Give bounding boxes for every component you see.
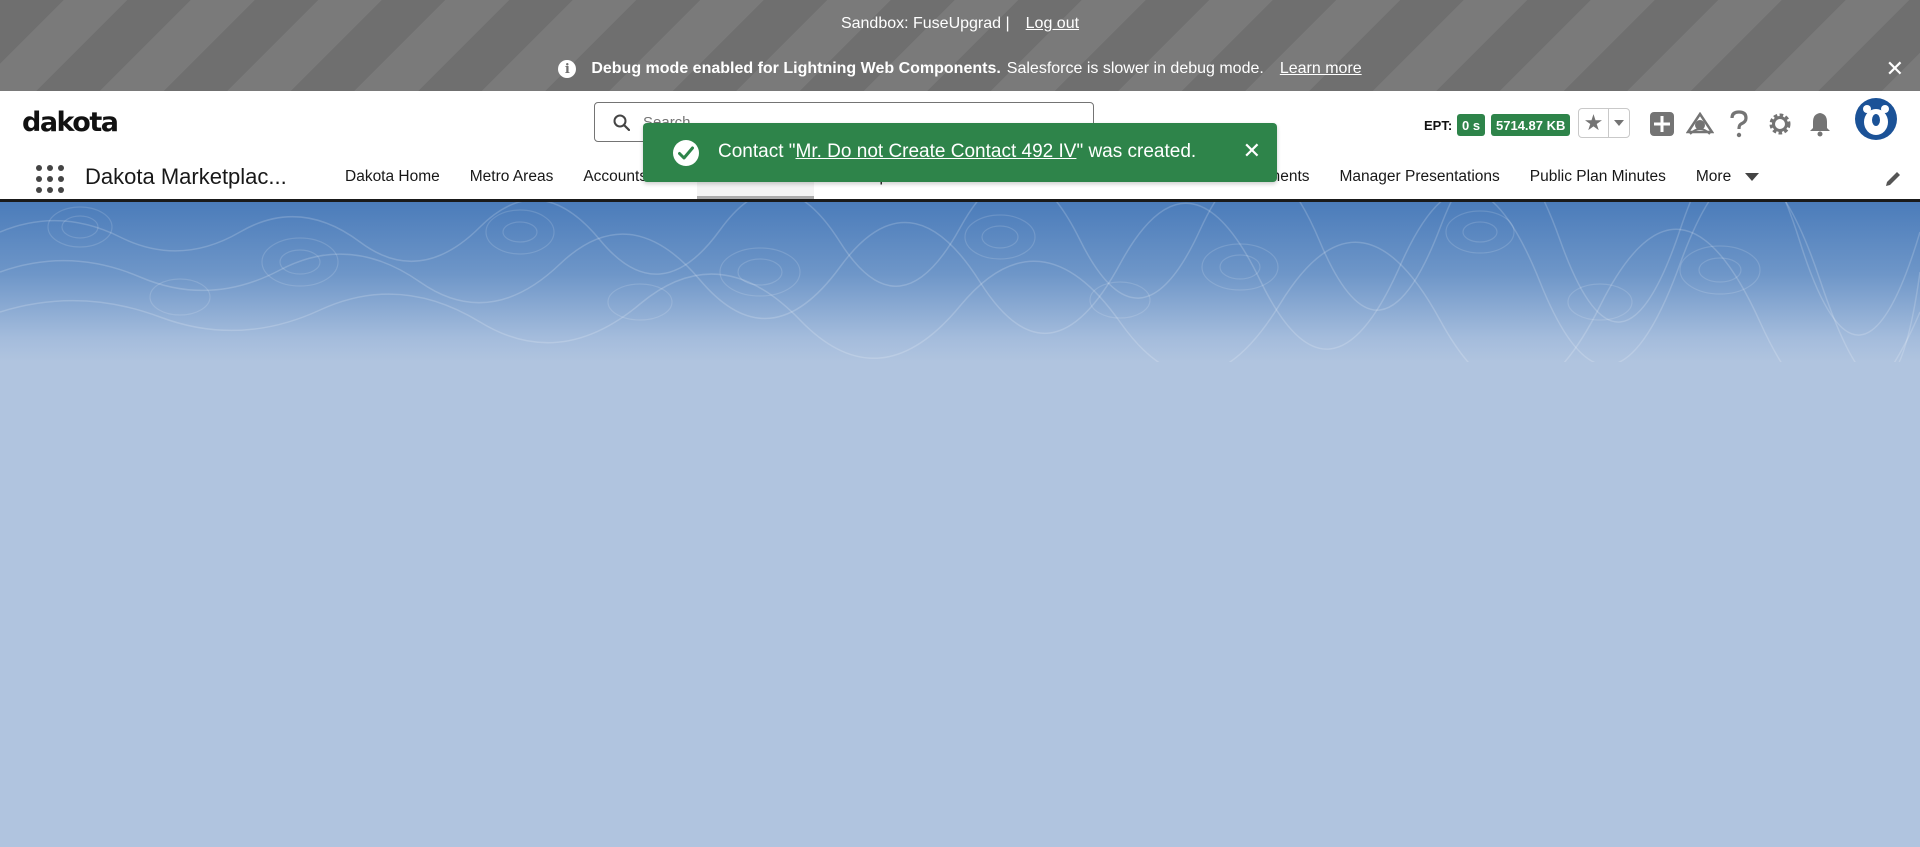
ept-size-badge: 5714.87 KB (1491, 114, 1571, 136)
bell-icon[interactable] (1805, 109, 1835, 139)
debug-notice-text: Salesforce is slower in debug mode. (1006, 60, 1264, 77)
ept-time-badge: 0 s (1457, 114, 1486, 136)
ept-label: EPT: (1424, 118, 1453, 133)
avatar[interactable] (1855, 98, 1897, 140)
favorites-group: ★ (1578, 108, 1630, 138)
success-icon (673, 140, 699, 166)
help-icon[interactable] (1724, 109, 1754, 139)
edit-nav-icon[interactable] (1884, 170, 1902, 193)
dakota-logo[interactable]: dakota (22, 107, 119, 138)
chevron-down-icon (1745, 173, 1760, 181)
tab-manager-presentations[interactable]: Manager Presentations (1340, 168, 1500, 186)
toast-prefix: Contact " (718, 141, 796, 162)
toast-contact-link[interactable]: Mr. Do not Create Contact 492 IV (796, 141, 1077, 162)
gear-icon[interactable] (1765, 109, 1795, 139)
add-icon[interactable] (1647, 109, 1677, 139)
star-icon[interactable]: ★ (1579, 109, 1609, 137)
page-background-banner (0, 202, 1920, 362)
tab-public-plan-minutes[interactable]: Public Plan Minutes (1530, 168, 1666, 186)
close-icon[interactable]: ✕ (1886, 58, 1904, 80)
tab-metro-areas[interactable]: Metro Areas (470, 168, 554, 186)
tab-dakota-home[interactable]: Dakota Home (345, 168, 440, 186)
toast-suffix: " was created. (1076, 141, 1197, 162)
info-icon: i (558, 60, 577, 78)
more-label: More (1695, 168, 1732, 185)
success-toast: Contact "Mr. Do not Create Contact 492 I… (643, 123, 1277, 182)
chevron-down-icon[interactable] (1609, 109, 1629, 137)
trailhead-icon[interactable] (1685, 109, 1715, 139)
sandbox-row: Sandbox: FuseUpgrad | Log out (0, 0, 1920, 47)
tab-accounts-label: Accounts (583, 168, 648, 185)
app-name: Dakota Marketplac... (85, 164, 287, 189)
debug-notice-bold: Debug mode enabled for Lightning Web Com… (591, 60, 1001, 77)
debug-mode-notice: i Debug mode enabled for Lightning Web C… (0, 47, 1920, 91)
learn-more-link[interactable]: Learn more (1280, 60, 1362, 78)
more-menu[interactable]: More (1695, 168, 1760, 186)
app-launcher-icon[interactable] (36, 165, 64, 193)
logout-link[interactable]: Log out (1026, 15, 1079, 33)
close-icon[interactable]: ✕ (1243, 140, 1261, 162)
search-icon (613, 114, 630, 131)
toast-message: Contact "Mr. Do not Create Contact 492 I… (718, 141, 1196, 163)
topographic-pattern (0, 202, 1920, 362)
sandbox-label: Sandbox: FuseUpgrad | (840, 14, 1010, 32)
sandbox-banner: Sandbox: FuseUpgrad | Log out i Debug mo… (0, 0, 1920, 91)
